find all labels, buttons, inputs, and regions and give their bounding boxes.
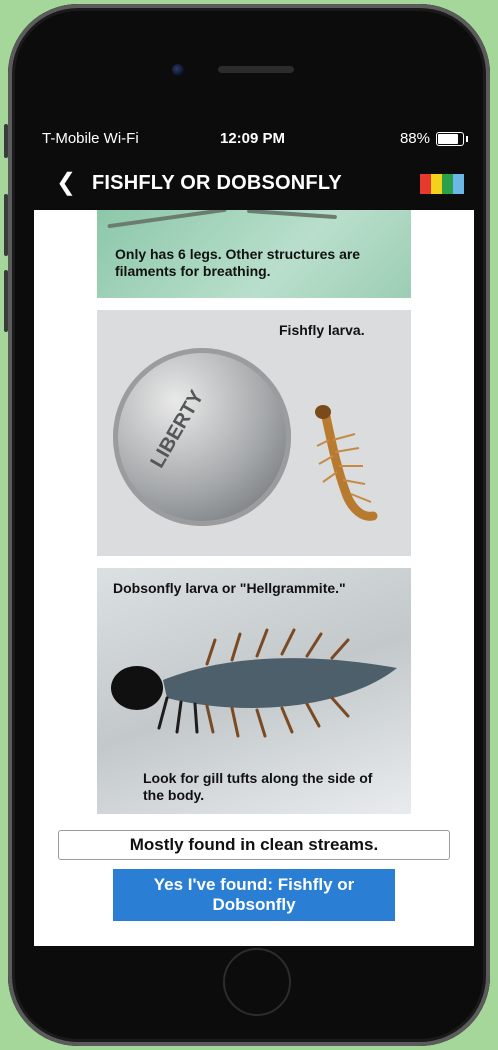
habitat-note: Mostly found in clean streams.: [58, 830, 450, 860]
fishfly-larva-drawing: [315, 405, 378, 521]
battery-percent: 88%: [399, 130, 430, 147]
fishfly-larva-image: Fishfly larva. LIBERTY: [97, 310, 411, 556]
larva-closeup-image: Only has 6 legs. Other structures are fi…: [97, 210, 411, 298]
nav-bar: ❮ FISHFLY OR DOBSONFLY: [34, 158, 474, 210]
speaker: [218, 66, 294, 73]
hellgrammite-drawing: [111, 628, 397, 738]
dobsonfly-larva-image: Dobsonfly larva or "Hellgrammite." Look …: [97, 568, 411, 814]
page-title: FISHFLY OR DOBSONFLY: [92, 172, 342, 194]
battery-icon: [436, 132, 468, 146]
confirm-found-button[interactable]: Yes I've found: Fishfly or Dobsonfly: [113, 869, 395, 921]
volume-up-button: [4, 194, 8, 256]
home-button[interactable]: [223, 948, 291, 1016]
carrier-label: T-Mobile Wi-Fi: [42, 130, 139, 147]
dime-coin: LIBERTY: [113, 348, 291, 526]
image-caption-gills: Look for gill tufts along the side of th…: [143, 770, 373, 803]
flag-icon[interactable]: [420, 174, 464, 194]
chevron-left-icon[interactable]: ❮: [56, 168, 76, 197]
clock: 12:09 PM: [220, 130, 286, 147]
volume-down-button: [4, 270, 8, 332]
mute-switch: [4, 124, 8, 158]
coin-text: LIBERTY: [146, 386, 209, 472]
content-scroll-area[interactable]: Only has 6 legs. Other structures are fi…: [34, 210, 474, 946]
image-caption-dobsonfly: Dobsonfly larva or "Hellgrammite.": [113, 580, 346, 596]
status-bar: T-Mobile Wi-Fi 12:09 PM 88%: [34, 126, 474, 152]
image-caption-fishfly: Fishfly larva.: [279, 322, 365, 338]
image-caption-legs: Only has 6 legs. Other structures are fi…: [115, 246, 361, 279]
camera: [172, 64, 184, 76]
